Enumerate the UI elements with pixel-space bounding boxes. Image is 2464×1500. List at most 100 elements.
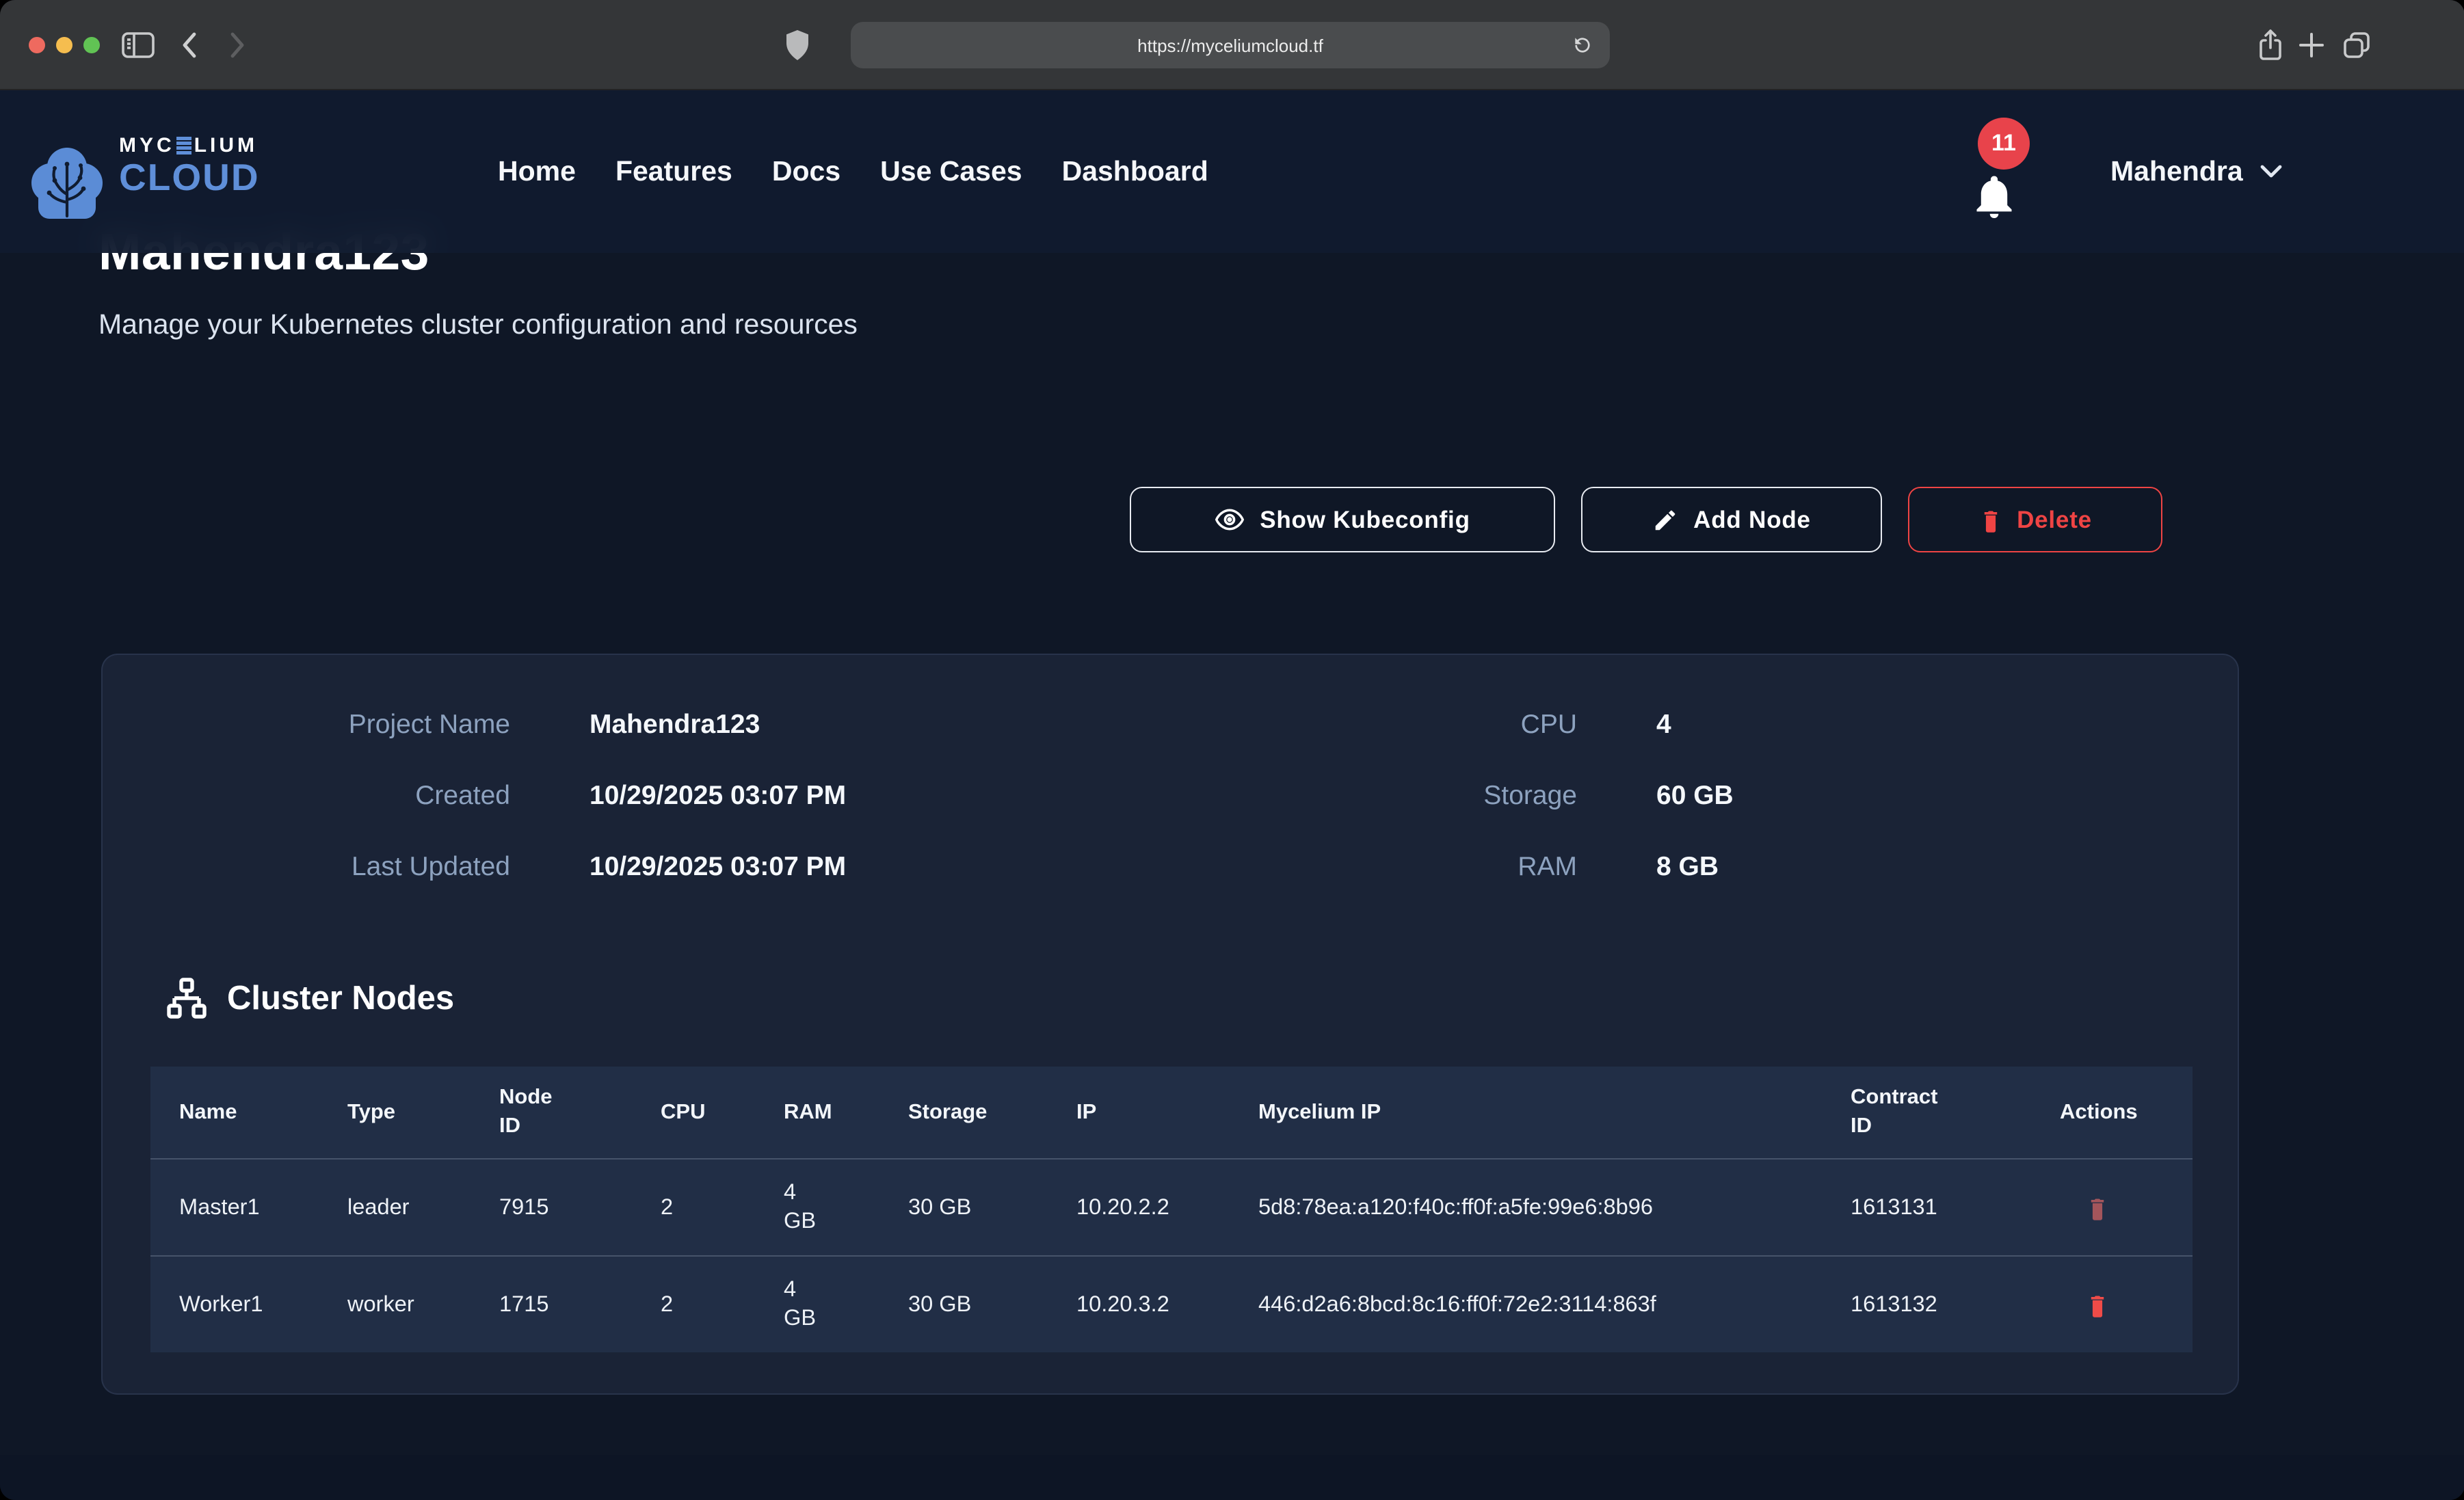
user-menu-button[interactable]: Mahendra <box>2110 90 2283 253</box>
forward-button[interactable] <box>216 25 257 66</box>
info-label-cpu: CPU <box>1205 709 1577 740</box>
col-header-contract_id: Contract ID <box>1822 1067 2031 1159</box>
bell-icon <box>1970 170 2019 222</box>
close-button[interactable] <box>29 37 45 53</box>
page-subtitle: Manage your Kubernetes cluster configura… <box>98 309 858 342</box>
info-value-cpu: 4 <box>1656 709 1734 740</box>
sitemap-icon <box>165 978 208 1020</box>
plus-icon <box>2298 31 2325 59</box>
cluster-nodes-heading: Cluster Nodes <box>165 978 454 1020</box>
trash-icon <box>1978 507 2002 533</box>
browser-chrome: https://myceliumcloud.tf <box>0 0 2464 90</box>
col-header-type: Type <box>319 1067 471 1159</box>
cell-node_id: 1715 <box>471 1256 632 1352</box>
info-label-last-updated: Last Updated <box>133 851 510 883</box>
cell-contract_id: 1613131 <box>1822 1159 2031 1256</box>
nodes-table: NameTypeNode IDCPURAMStorageIPMycelium I… <box>150 1067 2193 1352</box>
table-row: Worker1worker171524 GB30 GB10.20.3.2446:… <box>150 1256 2193 1352</box>
cell-mycelium_ip: 5d8:78ea:a120:f40c:ff0f:a5fe:99e6:8b96 <box>1230 1159 1822 1256</box>
info-value-ram: 8 GB <box>1656 851 1734 883</box>
info-value-project-name: Mahendra123 <box>589 709 846 740</box>
pencil-icon <box>1652 507 1678 533</box>
back-icon <box>176 30 204 60</box>
notifications-button[interactable]: 11 <box>1959 90 2043 253</box>
delete-node-button[interactable] <box>2086 1194 2109 1220</box>
table-row: Master1leader791524 GB30 GB10.20.2.25d8:… <box>150 1159 2193 1256</box>
trash-icon <box>2086 1194 2109 1220</box>
cluster-nodes-title: Cluster Nodes <box>227 980 454 1018</box>
col-header-storage: Storage <box>879 1067 1048 1159</box>
tabs-icon <box>2342 30 2372 60</box>
nav-link-docs[interactable]: Docs <box>772 155 840 187</box>
new-tab-button[interactable] <box>2291 25 2332 66</box>
cell-name: Worker1 <box>150 1256 319 1352</box>
page-viewport: Mahendra123 Manage your Kubernetes clust… <box>0 90 2464 1500</box>
nav-link-use-cases[interactable]: Use Cases <box>880 155 1022 187</box>
nav-links: Home Features Docs Use Cases Dashboard <box>498 90 1208 253</box>
forward-icon <box>223 30 250 60</box>
info-label-storage: Storage <box>1205 780 1577 812</box>
col-header-cpu: CPU <box>632 1067 755 1159</box>
nav-link-home[interactable]: Home <box>498 155 576 187</box>
cluster-details-card: Project Name Mahendra123 Created 10/29/2025… <box>101 654 2239 1395</box>
info-label-project-name: Project Name <box>133 709 510 740</box>
back-button[interactable] <box>170 25 211 66</box>
url-bar[interactable]: https://myceliumcloud.tf <box>851 22 1610 68</box>
cell-ip: 10.20.2.2 <box>1048 1159 1230 1256</box>
minimize-button[interactable] <box>56 37 72 53</box>
brand-line2: CLOUD <box>119 159 260 196</box>
cell-type: leader <box>319 1159 471 1256</box>
brand-line1: MYCLIUM <box>119 135 260 156</box>
browser-window: https://myceliumcloud.tf Mahendra123 Man… <box>0 0 2464 1500</box>
cell-actions <box>2031 1159 2193 1256</box>
delete-cluster-button[interactable]: Delete <box>1908 487 2162 552</box>
nodes-table-wrap: NameTypeNode IDCPURAMStorageIPMycelium I… <box>150 1067 2193 1352</box>
col-header-actions: Actions <box>2031 1067 2193 1159</box>
col-header-name: Name <box>150 1067 319 1159</box>
col-header-node_id: Node ID <box>471 1067 632 1159</box>
col-header-mycelium_ip: Mycelium IP <box>1230 1067 1822 1159</box>
privacy-shield-button[interactable] <box>777 25 818 66</box>
col-header-ram: RAM <box>755 1067 879 1159</box>
cell-ip: 10.20.3.2 <box>1048 1256 1230 1352</box>
share-button[interactable] <box>2250 25 2291 66</box>
brand-wordmark[interactable]: MYCLIUM CLOUD <box>119 135 260 196</box>
refresh-button[interactable] <box>1566 29 1599 62</box>
show-kubeconfig-button[interactable]: Show Kubeconfig <box>1130 487 1555 552</box>
tab-overview-button[interactable] <box>2336 25 2377 66</box>
fullscreen-button[interactable] <box>83 37 100 53</box>
trash-icon <box>2086 1291 2109 1317</box>
refresh-icon <box>1572 34 1593 56</box>
info-value-storage: 60 GB <box>1656 780 1734 812</box>
cell-contract_id: 1613132 <box>1822 1256 2031 1352</box>
cell-storage: 30 GB <box>879 1159 1048 1256</box>
nav-link-dashboard[interactable]: Dashboard <box>1062 155 1208 187</box>
info-value-last-updated: 10/29/2025 03:07 PM <box>589 851 846 883</box>
navbar: MYCLIUM CLOUD Home Features Docs Use Cases D… <box>0 90 2464 253</box>
cell-ram: 4 GB <box>755 1256 879 1352</box>
sidebar-toggle-button[interactable] <box>118 25 159 66</box>
cluster-info-left: Project Name Mahendra123 Created 10/29/2025… <box>133 689 846 902</box>
cell-cpu: 2 <box>632 1256 755 1352</box>
cell-cpu: 2 <box>632 1159 755 1256</box>
mycelium-cloud-logo-icon[interactable] <box>27 145 107 222</box>
brand-e-bars-icon <box>177 137 192 155</box>
cell-node_id: 7915 <box>471 1159 632 1256</box>
cluster-actions: Show Kubeconfig Add Node Delete <box>1130 487 2162 552</box>
table-header-row: NameTypeNode IDCPURAMStorageIPMycelium I… <box>150 1067 2193 1159</box>
share-icon <box>2255 27 2286 63</box>
notification-badge: 11 <box>1978 118 2030 170</box>
chevron-down-icon <box>2260 164 2283 179</box>
nav-link-features[interactable]: Features <box>615 155 732 187</box>
cell-storage: 30 GB <box>879 1256 1048 1352</box>
col-header-ip: IP <box>1048 1067 1230 1159</box>
info-value-created: 10/29/2025 03:07 PM <box>589 780 846 812</box>
footer-strip <box>0 1455 2464 1500</box>
add-node-button[interactable]: Add Node <box>1581 487 1882 552</box>
delete-node-button[interactable] <box>2086 1291 2109 1317</box>
eye-icon <box>1215 507 1245 532</box>
screen: https://myceliumcloud.tf Mahendra123 Man… <box>0 0 2464 1500</box>
info-label-created: Created <box>133 780 510 812</box>
user-name: Mahendra <box>2110 155 2243 188</box>
cell-ram: 4 GB <box>755 1159 879 1256</box>
